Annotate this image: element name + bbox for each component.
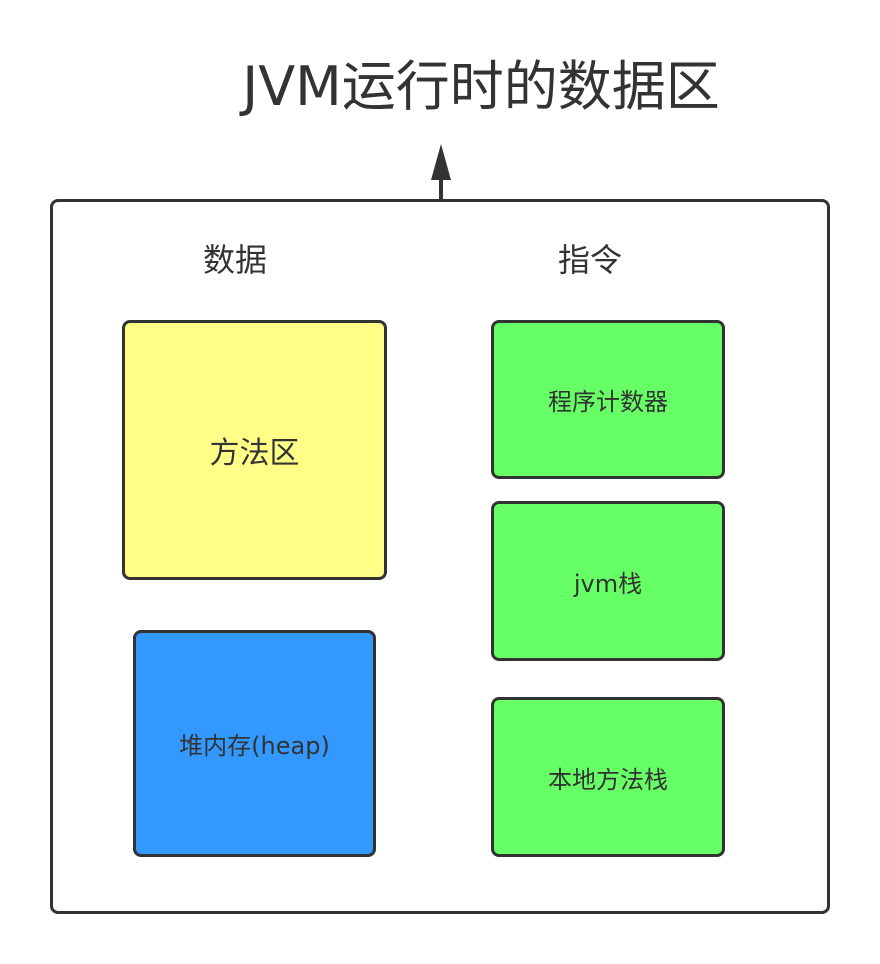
runtime-data-area-frame: 数据 指令 方法区 堆内存(heap) 程序计数器 jvm栈 本地方法栈 xyxy=(50,199,830,914)
instruction-column-label: 指令 xyxy=(558,241,623,279)
program-counter-box: 程序计数器 xyxy=(491,320,725,479)
native-method-stack-label: 本地方法栈 xyxy=(548,765,668,794)
program-counter-label: 程序计数器 xyxy=(548,388,668,416)
method-area-box: 方法区 xyxy=(122,320,387,580)
heap-label: 堆内存(heap) xyxy=(179,732,330,760)
data-column-label: 数据 xyxy=(203,241,268,279)
heap-box: 堆内存(heap) xyxy=(133,630,376,857)
native-method-stack-box: 本地方法栈 xyxy=(491,697,725,857)
arrow-head xyxy=(431,144,451,180)
diagram-title: JVM运行时的数据区 xyxy=(242,55,720,118)
method-area-label: 方法区 xyxy=(209,436,300,471)
jvm-stack-box: jvm栈 xyxy=(491,501,725,661)
jvm-stack-label: jvm栈 xyxy=(573,569,643,598)
